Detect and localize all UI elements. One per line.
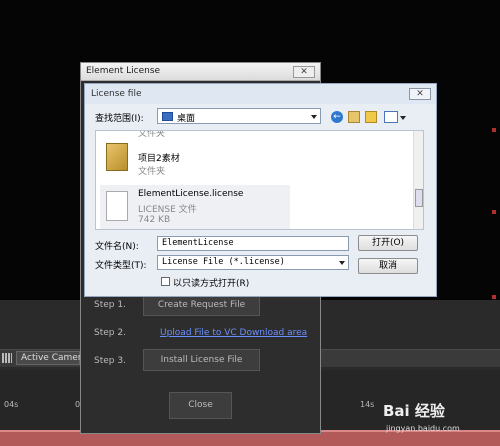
file-icon bbox=[106, 191, 128, 221]
chevron-down-icon bbox=[339, 261, 345, 265]
chevron-down-icon bbox=[311, 115, 317, 119]
filetype-select[interactable]: License File (*.license) bbox=[157, 255, 349, 270]
create-request-file-button[interactable]: Create Request File bbox=[143, 294, 260, 316]
viewer-marker bbox=[492, 295, 496, 299]
dialog-titlebar[interactable]: License file ✕ bbox=[85, 84, 436, 104]
watermark-logo: Bai 经验 bbox=[383, 402, 445, 420]
open-button[interactable]: 打开(O) bbox=[358, 235, 418, 251]
look-in-label: 查找范围(I): bbox=[95, 114, 144, 124]
watermark-url: jingyan.baidu.com bbox=[386, 424, 460, 433]
grid-icon[interactable] bbox=[2, 353, 12, 363]
active-camera-button[interactable]: Active Camera bbox=[16, 351, 87, 365]
folder-icon bbox=[106, 143, 128, 171]
item-size: 742 KB bbox=[138, 215, 171, 225]
close-icon[interactable]: ✕ bbox=[293, 66, 315, 78]
new-folder-icon[interactable] bbox=[365, 111, 377, 123]
desktop-icon bbox=[162, 112, 173, 121]
item-name: 项目2素材 bbox=[138, 154, 180, 164]
list-item-selected[interactable]: ElementLicense.license LICENSE 文件 742 KB bbox=[100, 185, 290, 229]
viewer-marker bbox=[492, 210, 496, 214]
ruler-tick: 14s bbox=[360, 400, 375, 409]
chevron-down-icon[interactable] bbox=[400, 116, 406, 120]
back-icon[interactable]: ← bbox=[331, 111, 343, 123]
look-in-value: 桌面 bbox=[177, 114, 196, 124]
item-name: ElementLicense.license bbox=[138, 189, 244, 199]
viewer-marker bbox=[492, 128, 496, 132]
file-list[interactable]: 文件夹 项目2素材 文件夹 ElementLicense.license LIC… bbox=[95, 130, 424, 230]
filetype-label: 文件类型(T): bbox=[95, 261, 147, 271]
filetype-value: License File (*.license) bbox=[162, 257, 285, 267]
filename-input[interactable]: ElementLicense bbox=[157, 236, 349, 251]
up-folder-icon[interactable] bbox=[348, 111, 360, 123]
look-in-select[interactable]: 桌面 bbox=[157, 108, 321, 124]
readonly-label: 以只读方式打开(R) bbox=[173, 279, 250, 289]
step1-label: Step 1. bbox=[94, 300, 126, 310]
upload-file-link[interactable]: Upload File to VC Download area bbox=[160, 328, 307, 338]
ruler-tick: 04s bbox=[4, 400, 19, 409]
dialog-title: Element License bbox=[86, 66, 161, 76]
license-file-dialog: License file ✕ 查找范围(I): 桌面 ← 文件夹 项目2素材 文… bbox=[84, 83, 437, 297]
dialog-title: License file bbox=[91, 89, 142, 99]
scrollbar[interactable] bbox=[413, 131, 423, 229]
item-name: 文件夹 bbox=[138, 130, 166, 139]
item-type: 文件夹 bbox=[138, 167, 166, 177]
install-license-file-button[interactable]: Install License File bbox=[143, 349, 260, 371]
dialog-titlebar[interactable]: Element License ✕ bbox=[81, 63, 320, 81]
close-icon[interactable]: ✕ bbox=[409, 88, 431, 100]
item-type: LICENSE 文件 bbox=[138, 205, 197, 215]
view-menu-icon[interactable] bbox=[384, 111, 398, 123]
step3-label: Step 3. bbox=[94, 356, 126, 366]
close-button[interactable]: Close bbox=[169, 392, 232, 419]
scrollbar-thumb[interactable] bbox=[415, 189, 423, 207]
readonly-checkbox[interactable] bbox=[161, 277, 170, 286]
step2-label: Step 2. bbox=[94, 328, 126, 338]
cancel-button[interactable]: 取消 bbox=[358, 258, 418, 274]
filename-label: 文件名(N): bbox=[95, 242, 139, 252]
